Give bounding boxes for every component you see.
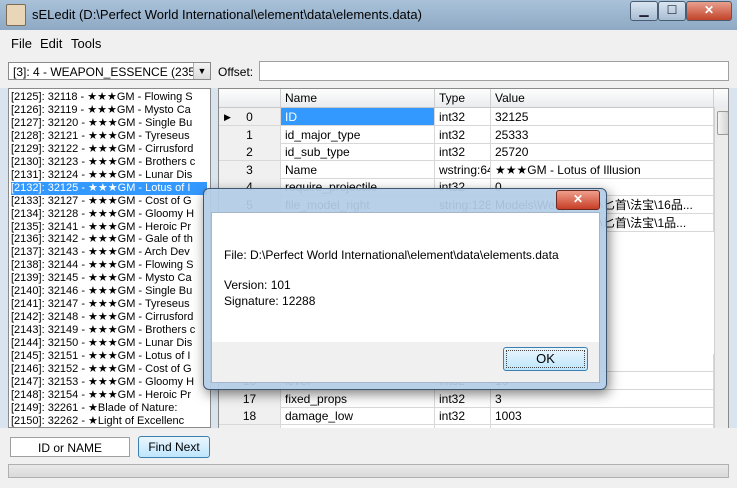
dialog-footer: OK (211, 342, 600, 383)
maximize-button[interactable]: ☐ (658, 1, 686, 21)
find-next-button[interactable]: Find Next (138, 436, 210, 458)
list-item[interactable]: [2136]: 32142 - ★★★GM - Gale of th (11, 233, 207, 246)
cell-name: id_sub_type (281, 143, 435, 162)
list-item[interactable]: [2147]: 32153 - ★★★GM - Gloomy H (11, 376, 207, 389)
row-index: 2 (219, 143, 281, 162)
list-item[interactable]: [2132]: 32125 - ★★★GM - Lotus of I (11, 181, 207, 195)
list-item[interactable]: [2137]: 32143 - ★★★GM - Arch Dev (11, 246, 207, 259)
title-bar: sELedit (D:\Perfect World International\… (0, 0, 737, 30)
list-item[interactable]: [2126]: 32119 - ★★★GM - Mysto Ca (11, 104, 207, 117)
menu-tools[interactable]: Tools (71, 36, 101, 51)
item-list[interactable]: [2125]: 32118 - ★★★GM - Flowing S [2126]:… (8, 88, 211, 428)
column-header-type[interactable]: Type (435, 89, 491, 107)
table-row[interactable]: 3 Name wstring:64 ★★★GM - Lotus of Illusion (219, 160, 714, 179)
info-dialog: ✕ File: D:\Perfect World International\e… (203, 188, 607, 390)
offset-label: Offset: (218, 65, 254, 79)
chevron-down-icon[interactable]: ▼ (193, 63, 210, 79)
cell-value[interactable]: 25333 (491, 125, 714, 144)
cell-value[interactable]: 32125 (491, 108, 714, 126)
vertical-scrollbar[interactable] (714, 107, 728, 457)
list-item[interactable]: [2150]: 32262 - ★Light of Excellenc (11, 415, 207, 427)
cell-name: fixed_props (281, 389, 435, 408)
menu-bar: File Edit Tools (0, 30, 737, 56)
menu-edit[interactable]: Edit (40, 36, 62, 51)
cell-type: int32 (435, 389, 491, 408)
list-item[interactable]: [2144]: 32150 - ★★★GM - Lunar Dis (11, 337, 207, 350)
list-item[interactable]: [2133]: 32127 - ★★★GM - Cost of G (11, 195, 207, 208)
current-row-arrow-icon: ▶ (224, 112, 231, 122)
list-item[interactable]: [2125]: 32118 - ★★★GM - Flowing S (11, 91, 207, 104)
dialog-version-line: Version: 101 (224, 278, 291, 292)
cell-name: Name (281, 160, 435, 179)
app-icon (6, 4, 26, 26)
list-item[interactable]: [2141]: 32147 - ★★★GM - Tyreseus (11, 298, 207, 311)
list-item[interactable]: [2146]: 32152 - ★★★GM - Cost of G (11, 363, 207, 376)
search-input[interactable]: ID or NAME (10, 437, 130, 457)
table-row[interactable]: 17 fixed_props int32 3 (219, 389, 714, 408)
list-item[interactable]: [2142]: 32148 - ★★★GM - Cirrusford (11, 311, 207, 324)
row-index: 18 (219, 407, 281, 426)
dialog-signature-line: Signature: 12288 (224, 294, 316, 308)
cell-value[interactable]: 3 (491, 389, 714, 408)
minimize-button[interactable]: ▁ (630, 1, 658, 21)
cell-name: ID (281, 108, 435, 126)
grid-corner (219, 89, 281, 107)
list-item[interactable]: [2143]: 32149 - ★★★GM - Brothers c (11, 324, 207, 337)
cell-type: int32 (435, 407, 491, 426)
cell-value[interactable]: 1003 (491, 407, 714, 426)
list-item[interactable]: [2149]: 32261 - ★Blade of Nature: (11, 402, 207, 415)
table-row[interactable]: 18 damage_low int32 1003 (219, 407, 714, 426)
menu-file[interactable]: File (11, 36, 32, 51)
list-item[interactable]: [2134]: 32128 - ★★★GM - Gloomy H (11, 208, 207, 221)
list-item[interactable]: [2138]: 32144 - ★★★GM - Flowing S (11, 259, 207, 272)
cell-value[interactable]: 25720 (491, 143, 714, 162)
list-item[interactable]: [2130]: 32123 - ★★★GM - Brothers c (11, 156, 207, 169)
list-item[interactable]: [2127]: 32120 - ★★★GM - Single Bu (11, 117, 207, 130)
list-item[interactable]: [2129]: 32122 - ★★★GM - Cirrusford (11, 143, 207, 156)
list-item[interactable]: [2145]: 32151 - ★★★GM - Lotus of I (11, 350, 207, 363)
cell-type: wstring:64 (435, 160, 491, 179)
horizontal-scrollbar[interactable] (8, 464, 729, 478)
close-button[interactable]: ✕ (686, 1, 732, 21)
scrollbar-thumb[interactable] (717, 111, 728, 135)
row-index: 3 (219, 160, 281, 179)
table-row[interactable]: 2 id_sub_type int32 25720 (219, 143, 714, 162)
dialog-file-line: File: D:\Perfect World International\ele… (224, 248, 559, 262)
cell-value[interactable]: ★★★GM - Lotus of Illusion (491, 160, 714, 179)
window-title: sELedit (D:\Perfect World International\… (32, 7, 422, 22)
ok-button[interactable]: OK (503, 347, 588, 371)
row-index: 17 (219, 389, 281, 408)
table-row[interactable]: 1 id_major_type int32 25333 (219, 125, 714, 144)
cell-name: damage_low (281, 407, 435, 426)
dialog-body: File: D:\Perfect World International\ele… (211, 212, 600, 344)
offset-input[interactable] (259, 61, 729, 81)
cell-type: int32 (435, 143, 491, 162)
list-item[interactable]: [2128]: 32121 - ★★★GM - Tyreseus (11, 130, 207, 143)
table-row[interactable]: 0 ID int32 32125 ▶ (219, 108, 714, 126)
cell-name: id_major_type (281, 125, 435, 144)
list-item[interactable]: [2139]: 32145 - ★★★GM - Mysto Ca (11, 272, 207, 285)
dialog-close-button[interactable]: ✕ (556, 190, 600, 210)
column-header-name[interactable]: Name (281, 89, 435, 107)
list-select-dropdown[interactable]: [3]: 4 - WEAPON_ESSENCE (2354) ▼ (8, 62, 211, 80)
cell-type: int32 (435, 125, 491, 144)
list-item[interactable]: [2148]: 32154 - ★★★GM - Heroic Pr (11, 389, 207, 402)
list-item[interactable]: [2140]: 32146 - ★★★GM - Single Bu (11, 285, 207, 298)
list-item[interactable]: [2131]: 32124 - ★★★GM - Lunar Dis (11, 169, 207, 182)
list-item[interactable]: [2135]: 32141 - ★★★GM - Heroic Pr (11, 221, 207, 234)
cell-type: int32 (435, 108, 491, 126)
row-index: 1 (219, 125, 281, 144)
column-header-value[interactable]: Value (491, 89, 714, 107)
grid-header: Name Type Value (219, 89, 728, 108)
list-select-value: [3]: 4 - WEAPON_ESSENCE (2354) (13, 65, 206, 79)
